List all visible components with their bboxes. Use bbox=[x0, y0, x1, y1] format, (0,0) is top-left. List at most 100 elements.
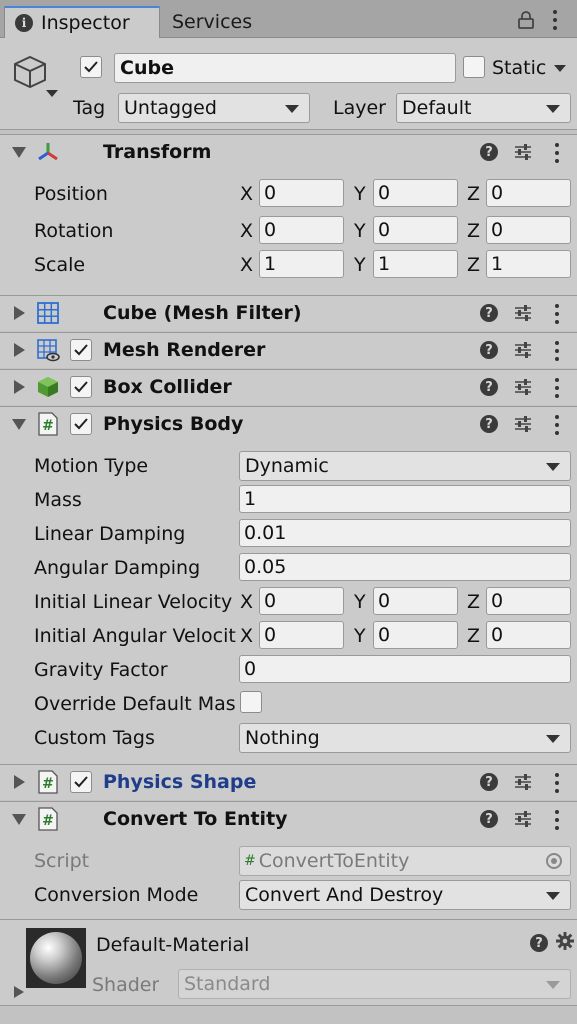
help-icon[interactable]: ? bbox=[530, 934, 548, 952]
layer-dropdown[interactable]: Default bbox=[396, 93, 571, 123]
presets-icon[interactable] bbox=[513, 340, 533, 360]
position-label: Position bbox=[34, 183, 108, 205]
convert-to-entity-header[interactable]: # Convert To Entity ? bbox=[0, 801, 577, 837]
layer-value: Default bbox=[402, 97, 472, 119]
chevron-down-icon bbox=[285, 105, 299, 113]
component-menu-icon[interactable] bbox=[550, 339, 564, 363]
help-icon[interactable]: ? bbox=[480, 341, 498, 359]
presets-icon[interactable] bbox=[513, 809, 533, 829]
position-x-field[interactable]: 0 bbox=[259, 179, 344, 207]
foldout-collapsed-icon[interactable] bbox=[14, 775, 25, 789]
physics-shape-enabled-checkbox[interactable] bbox=[70, 771, 92, 793]
component-menu-icon[interactable] bbox=[550, 413, 564, 437]
help-icon[interactable]: ? bbox=[480, 415, 498, 433]
transform-header[interactable]: Transform ? bbox=[0, 134, 577, 170]
presets-icon[interactable] bbox=[513, 377, 533, 397]
rotation-x-field[interactable]: 0 bbox=[259, 216, 344, 244]
help-icon[interactable]: ? bbox=[480, 378, 498, 396]
component-menu-icon[interactable] bbox=[550, 302, 564, 326]
script-icon: # bbox=[38, 770, 58, 794]
mesh-renderer-header[interactable]: Mesh Renderer ? bbox=[0, 332, 577, 368]
presets-icon[interactable] bbox=[513, 303, 533, 323]
chevron-down-icon bbox=[546, 105, 560, 113]
tab-inspector-label: Inspector bbox=[41, 12, 130, 34]
gravity-factor-field[interactable]: 0 bbox=[239, 655, 571, 683]
presets-icon[interactable] bbox=[513, 142, 533, 162]
conversion-mode-dropdown[interactable]: Convert And Destroy bbox=[239, 880, 571, 910]
mesh-filter-title: Cube (Mesh Filter) bbox=[103, 302, 302, 324]
mesh-renderer-enabled-checkbox[interactable] bbox=[70, 339, 92, 361]
z-label: Z bbox=[467, 591, 481, 613]
tab-bar: i Inspector Services bbox=[0, 0, 577, 38]
component-menu-icon[interactable] bbox=[550, 771, 564, 795]
tab-services[interactable]: Services bbox=[172, 6, 252, 38]
initial-linear-velocity-y-field[interactable]: 0 bbox=[373, 587, 458, 615]
position-y-field[interactable]: 0 bbox=[373, 179, 458, 207]
tag-dropdown[interactable]: Untagged bbox=[118, 93, 310, 123]
box-collider-enabled-checkbox[interactable] bbox=[70, 376, 92, 398]
position-z-field[interactable]: 0 bbox=[486, 179, 571, 207]
object-picker-icon bbox=[546, 853, 562, 869]
x-label: X bbox=[240, 591, 254, 613]
help-icon[interactable]: ? bbox=[480, 810, 498, 828]
tab-inspector[interactable]: i Inspector bbox=[4, 6, 160, 38]
scale-y-field[interactable]: 1 bbox=[373, 250, 458, 278]
foldout-expanded-icon[interactable] bbox=[12, 419, 26, 430]
gear-icon[interactable] bbox=[556, 932, 574, 950]
physics-body-header[interactable]: # Physics Body ? bbox=[0, 406, 577, 442]
physics-shape-header[interactable]: # Physics Shape ? bbox=[0, 764, 577, 800]
component-menu-icon[interactable] bbox=[550, 141, 564, 165]
x-label: X bbox=[240, 254, 254, 276]
scale-z-field[interactable]: 1 bbox=[486, 250, 571, 278]
checkmark-icon bbox=[74, 776, 88, 788]
y-label: Y bbox=[354, 625, 366, 647]
initial-linear-velocity-z-field[interactable]: 0 bbox=[486, 587, 571, 615]
mesh-renderer-icon bbox=[37, 339, 60, 362]
static-checkbox[interactable] bbox=[463, 56, 485, 78]
initial-angular-velocity-z-field[interactable]: 0 bbox=[486, 621, 571, 649]
foldout-collapsed-icon[interactable] bbox=[14, 343, 25, 357]
custom-tags-dropdown[interactable]: Nothing bbox=[239, 723, 571, 753]
script-label: Script bbox=[34, 850, 90, 872]
foldout-collapsed-icon[interactable] bbox=[14, 380, 25, 394]
foldout-expanded-icon[interactable] bbox=[12, 147, 26, 158]
presets-icon[interactable] bbox=[513, 414, 533, 434]
override-default-mass-checkbox[interactable] bbox=[240, 691, 262, 713]
initial-angular-velocity-x-field[interactable]: 0 bbox=[259, 621, 344, 649]
foldout-expanded-icon[interactable] bbox=[12, 814, 26, 825]
lock-icon[interactable] bbox=[518, 11, 534, 29]
icon-dropdown-caret[interactable] bbox=[46, 90, 58, 97]
scale-x-field[interactable]: 1 bbox=[259, 250, 344, 278]
script-value: ConvertToEntity bbox=[258, 850, 410, 872]
tab-menu-icon[interactable] bbox=[548, 8, 562, 32]
linear-damping-field[interactable]: 0.01 bbox=[239, 519, 571, 547]
mesh-filter-header[interactable]: Cube (Mesh Filter) ? bbox=[0, 295, 577, 331]
help-icon[interactable]: ? bbox=[480, 304, 498, 322]
component-menu-icon[interactable] bbox=[550, 376, 564, 400]
foldout-collapsed-icon[interactable] bbox=[14, 306, 25, 320]
motion-type-dropdown[interactable]: Dynamic bbox=[239, 451, 571, 481]
custom-tags-value: Nothing bbox=[245, 727, 320, 749]
custom-tags-label: Custom Tags bbox=[34, 727, 155, 749]
mass-label: Mass bbox=[34, 489, 82, 511]
initial-linear-velocity-x-field[interactable]: 0 bbox=[259, 587, 344, 615]
active-checkbox[interactable] bbox=[80, 56, 102, 78]
rotation-y-field[interactable]: 0 bbox=[373, 216, 458, 244]
mass-field[interactable]: 1 bbox=[239, 485, 571, 513]
help-icon[interactable]: ? bbox=[480, 143, 498, 161]
physics-body-enabled-checkbox[interactable] bbox=[70, 413, 92, 435]
checkmark-icon bbox=[74, 418, 88, 430]
component-menu-icon[interactable] bbox=[550, 808, 564, 832]
object-name-field[interactable]: Cube bbox=[114, 53, 456, 83]
object-header: Cube Static Tag Untagged Layer Default bbox=[0, 38, 577, 130]
linear-damping-label: Linear Damping bbox=[34, 523, 186, 545]
static-dropdown-caret[interactable] bbox=[554, 65, 566, 72]
material-sphere-icon[interactable] bbox=[30, 932, 82, 984]
angular-damping-field[interactable]: 0.05 bbox=[239, 553, 571, 581]
initial-angular-velocity-y-field[interactable]: 0 bbox=[373, 621, 458, 649]
box-collider-header[interactable]: Box Collider ? bbox=[0, 369, 577, 405]
presets-icon[interactable] bbox=[513, 772, 533, 792]
rotation-z-field[interactable]: 0 bbox=[486, 216, 571, 244]
material-foldout-icon[interactable] bbox=[14, 986, 24, 998]
help-icon[interactable]: ? bbox=[480, 773, 498, 791]
